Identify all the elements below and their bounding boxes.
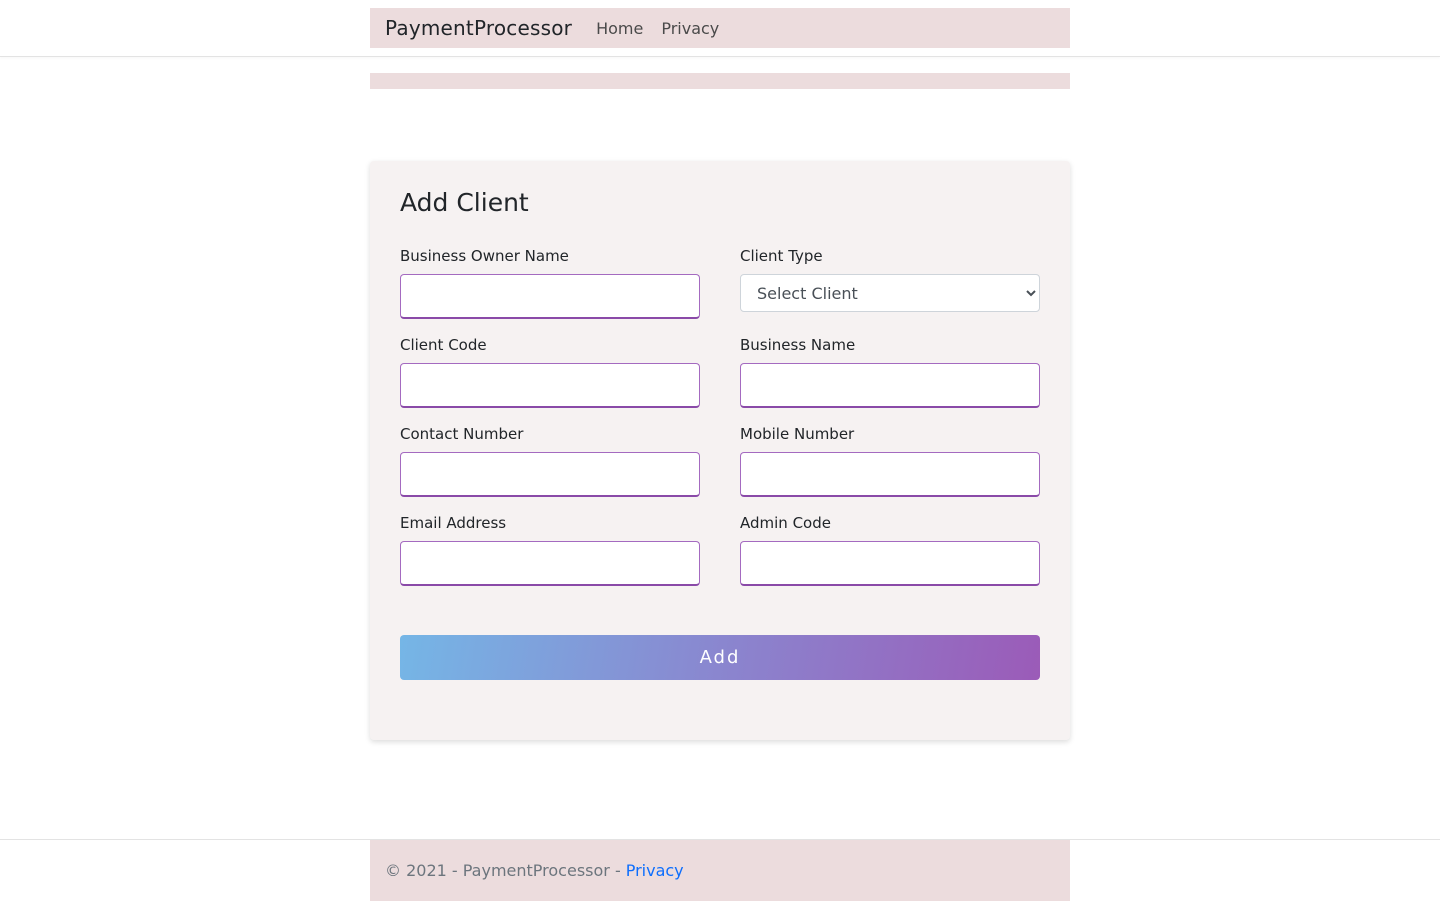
client-code-group: Client Code — [400, 334, 700, 408]
mobile-number-group: Mobile Number — [740, 423, 1040, 497]
page-title: Add Client — [400, 188, 529, 217]
admin-code-group: Admin Code — [740, 512, 1040, 586]
client-type-group: Client Type Select Client — [740, 245, 1040, 312]
admin-code-label: Admin Code — [740, 514, 831, 532]
footer-privacy-link[interactable]: Privacy — [626, 861, 684, 880]
business-owner-name-input[interactable] — [400, 274, 700, 319]
add-client-card: Add Client Business Owner Name Client Ty… — [370, 161, 1070, 740]
alert-strip — [370, 73, 1070, 89]
email-address-label: Email Address — [400, 514, 507, 532]
footer-bar: © 2021 - PaymentProcessor - Privacy — [370, 840, 1070, 901]
client-type-label: Client Type — [740, 247, 823, 265]
brand-link[interactable]: PaymentProcessor — [385, 16, 572, 40]
contact-number-input[interactable] — [400, 452, 700, 497]
page-footer: © 2021 - PaymentProcessor - Privacy — [0, 839, 1440, 901]
client-code-label: Client Code — [400, 336, 487, 354]
admin-code-input[interactable] — [740, 541, 1040, 586]
client-code-input[interactable] — [400, 363, 700, 408]
nav-link-home[interactable]: Home — [596, 19, 643, 38]
business-owner-name-group: Business Owner Name — [400, 245, 700, 319]
client-type-select[interactable]: Select Client — [740, 274, 1040, 312]
email-address-input[interactable] — [400, 541, 700, 586]
nav-link-privacy[interactable]: Privacy — [661, 19, 719, 38]
business-name-input[interactable] — [740, 363, 1040, 408]
contact-number-group: Contact Number — [400, 423, 700, 497]
navbar: PaymentProcessor Home Privacy — [370, 8, 1070, 48]
mobile-number-input[interactable] — [740, 452, 1040, 497]
footer-copyright: © 2021 - PaymentProcessor - — [385, 861, 621, 880]
contact-number-label: Contact Number — [400, 425, 524, 443]
add-client-button[interactable]: Add — [400, 635, 1040, 680]
business-name-label: Business Name — [740, 336, 856, 354]
business-owner-name-label: Business Owner Name — [400, 247, 569, 265]
mobile-number-label: Mobile Number — [740, 425, 855, 443]
business-name-group: Business Name — [740, 334, 1040, 408]
email-address-group: Email Address — [400, 512, 700, 586]
top-navbar: PaymentProcessor Home Privacy — [0, 0, 1440, 57]
